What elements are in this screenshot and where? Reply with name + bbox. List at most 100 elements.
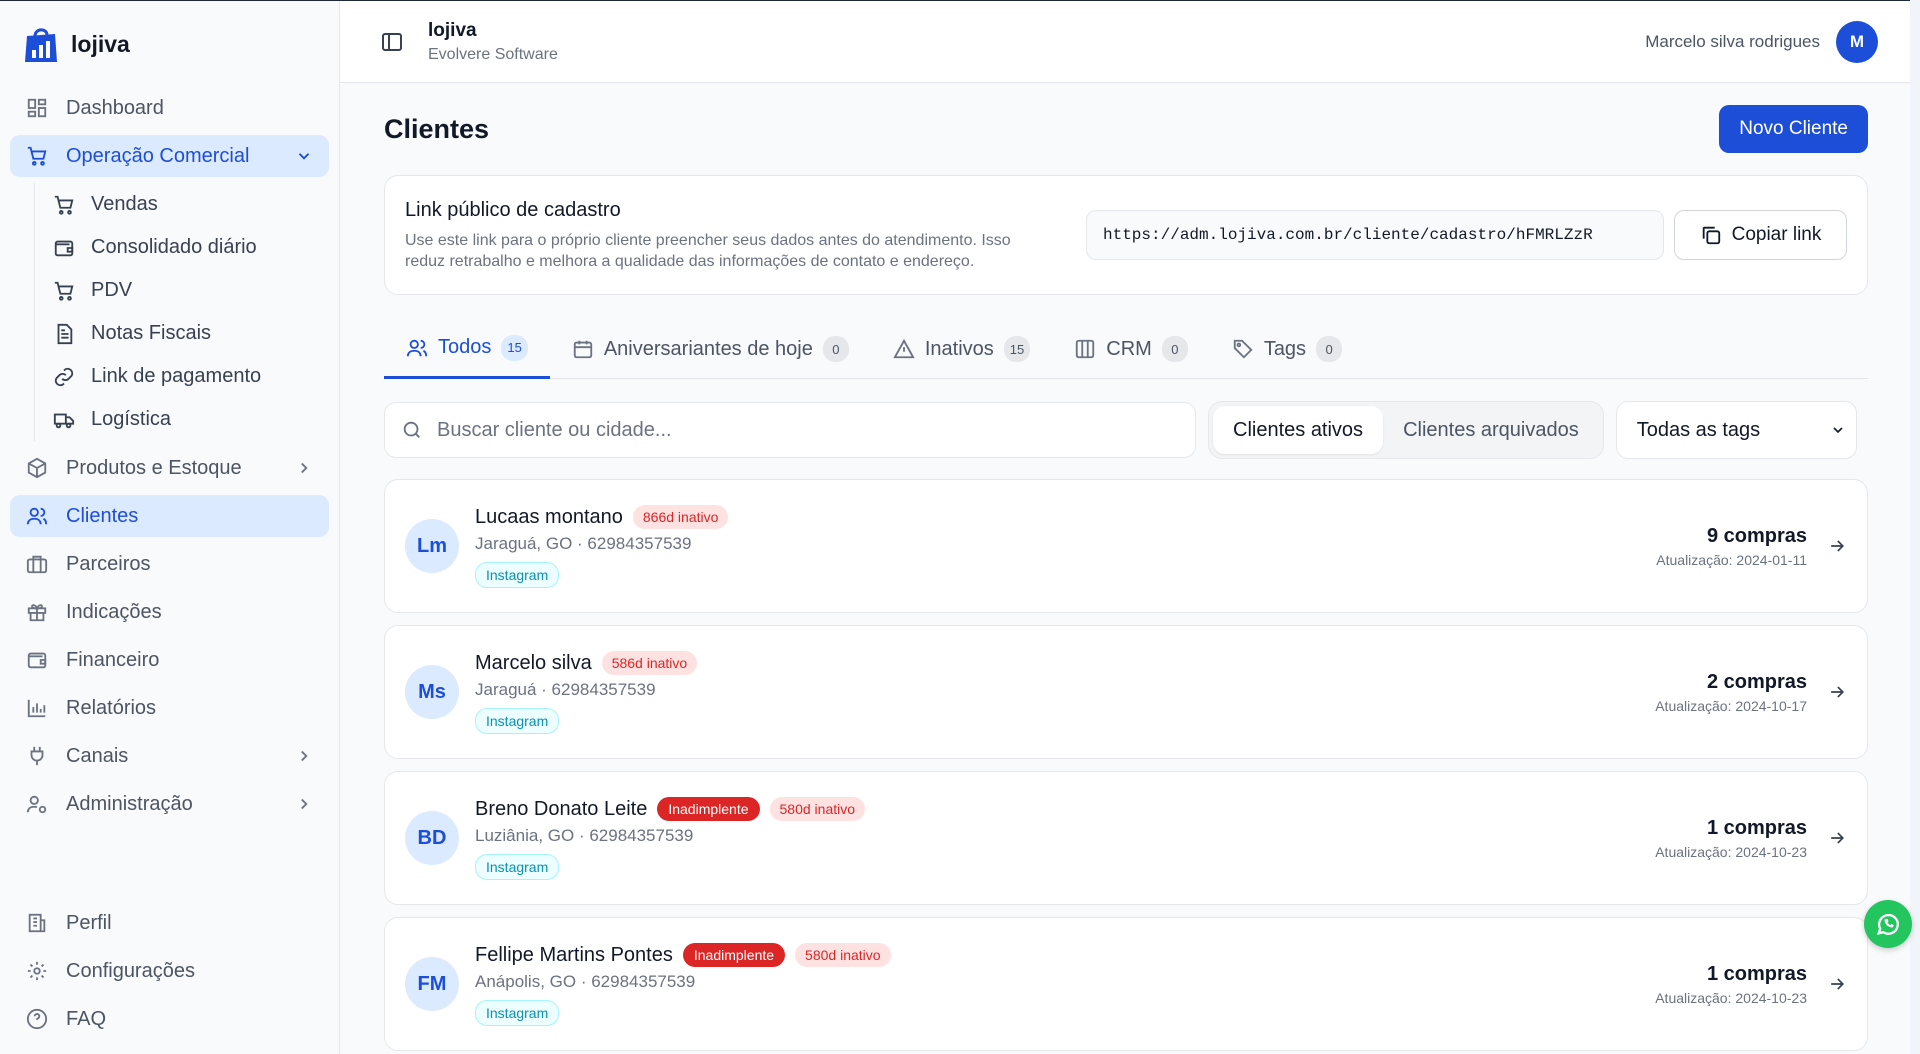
client-info: Marcelo silva 586d inativo Jaraguá · 629…	[475, 650, 698, 734]
tab-label: Inativos	[924, 337, 994, 360]
copy-link-button[interactable]: Copiar link	[1674, 210, 1847, 260]
user-cog-icon	[26, 795, 47, 814]
tab-inativos[interactable]: Inativos 15	[871, 319, 1052, 379]
filters-row: Clientes ativos Clientes arquivados Toda…	[384, 401, 1868, 459]
page-scrollbar[interactable]	[1910, 0, 1920, 1054]
client-tabs: Todos 15 Aniversariantes de hoje 0 Inati…	[384, 319, 1868, 379]
client-updated: Atualização: 2024-01-11	[1656, 551, 1807, 568]
sidebar-item-configuracoes[interactable]: Configurações	[10, 950, 329, 992]
inactive-badge: 580d inativo	[769, 797, 866, 821]
cart-icon	[54, 195, 74, 215]
client-name-row: Lucaas montano 866d inativo	[475, 504, 729, 530]
sidebar-item-perfil[interactable]: Perfil	[10, 902, 329, 944]
arrow-right-icon	[1831, 540, 1845, 552]
sidebar-item-label: Perfil	[66, 911, 112, 934]
inadimplente-badge: Inadimplente	[657, 797, 760, 821]
sidebar-subitem-pdv[interactable]: PDV	[45, 269, 329, 312]
tab-aniversariantes[interactable]: Aniversariantes de hoje 0	[550, 319, 871, 379]
client-purchases: 9 compras	[1706, 524, 1807, 547]
tab-tags[interactable]: Tags 0	[1210, 319, 1364, 379]
sidebar-subitem-link-de-pagamento[interactable]: Link de pagamento	[45, 355, 329, 398]
page-header: Clientes Novo Cliente	[384, 103, 1868, 155]
client-avatar: Ms	[405, 665, 459, 719]
sidebar-item-indicacoes[interactable]: Indicações	[10, 591, 329, 633]
tab-count-badge: 0	[1161, 336, 1188, 362]
sidebar-item-label: Relatórios	[66, 696, 157, 719]
sidebar-item-faq[interactable]: FAQ	[10, 998, 329, 1040]
tab-crm[interactable]: CRM 0	[1052, 319, 1210, 379]
list-item[interactable]: BD Breno Donato Leite Inadimplente 580d …	[384, 771, 1868, 905]
user-menu[interactable]: Marcelo silva rodrigues M	[1645, 20, 1878, 63]
client-tag: Instagram	[475, 1000, 560, 1026]
sidebar-item-label: Parceiros	[66, 552, 151, 575]
link-icon	[54, 367, 74, 386]
sidebar-subitem-notas-fiscais[interactable]: Notas Fiscais	[45, 312, 329, 355]
truck-icon	[53, 413, 75, 428]
sidebar-item-financeiro[interactable]: Financeiro	[10, 639, 329, 681]
client-stats: 9 compras Atualização: 2024-01-11	[1656, 525, 1807, 568]
tab-label: Tags	[1263, 337, 1307, 360]
client-avatar: Lm	[405, 519, 459, 573]
wallet-icon	[27, 652, 47, 669]
sidebar-subitem-vendas[interactable]: Vendas	[45, 183, 329, 226]
sidebar-subitem-label: Link de pagamento	[91, 365, 262, 387]
chevron-down-icon	[298, 153, 310, 160]
box-icon	[27, 457, 47, 479]
chevron-right-icon	[301, 750, 308, 762]
segment-clientes-arquivados[interactable]: Clientes arquivados	[1383, 406, 1599, 454]
list-item[interactable]: Ms Marcelo silva 586d inativo Jaraguá · …	[384, 625, 1868, 759]
sidebar-item-administracao[interactable]: Administração	[10, 783, 329, 825]
segment-clientes-ativos[interactable]: Clientes ativos	[1213, 406, 1384, 454]
status-segmented-control: Clientes ativos Clientes arquivados	[1208, 401, 1604, 459]
tab-count-badge: 0	[822, 336, 849, 362]
tab-todos[interactable]: Todos 15	[384, 319, 550, 379]
sidebar-item-relatorios[interactable]: Relatórios	[10, 687, 329, 729]
new-client-button[interactable]: Novo Cliente	[1719, 105, 1868, 153]
sidebar-toggle-icon[interactable]	[380, 30, 404, 54]
sidebar-item-label: Financeiro	[66, 648, 160, 671]
sidebar-item-dashboard[interactable]: Dashboard	[10, 87, 329, 129]
sidebar-item-label: Indicações	[66, 600, 162, 623]
sidebar-subitem-logistica[interactable]: Logística	[45, 398, 329, 441]
cart-icon	[27, 146, 47, 166]
building-icon	[28, 913, 46, 933]
client-avatar: FM	[405, 957, 459, 1011]
sidebar-item-produtos-e-estoque[interactable]: Produtos e Estoque	[10, 447, 329, 489]
tab-label: Aniversariantes de hoje	[603, 337, 813, 360]
public-link-url-field[interactable]: https://adm.lojiva.com.br/cliente/cadast…	[1086, 210, 1664, 260]
sidebar-item-parceiros[interactable]: Parceiros	[10, 543, 329, 585]
tab-label: Todos	[438, 336, 492, 358]
list-item[interactable]: Lm Lucaas montano 866d inativo Jaraguá, …	[384, 479, 1868, 613]
sidebar-item-label: Canais	[66, 744, 129, 767]
gear-icon	[27, 961, 47, 981]
tab-count-badge: 15	[501, 334, 528, 361]
list-item[interactable]: FM Fellipe Martins Pontes Inadimplente 5…	[384, 917, 1868, 1051]
client-avatar: BD	[405, 811, 459, 865]
search-input[interactable]	[437, 418, 1179, 442]
chevron-down-icon	[1833, 427, 1843, 434]
client-meta: Luziânia, GO · 62984357539	[475, 826, 694, 845]
help-circle-icon	[26, 1008, 48, 1030]
columns-icon	[1076, 339, 1095, 359]
briefcase-icon	[26, 555, 48, 574]
tags-select[interactable]: Todas as tags	[1615, 401, 1857, 459]
sidebar-subitem-consolidado-diario[interactable]: Consolidado diário	[45, 226, 329, 269]
client-meta: Jaraguá · 62984357539	[475, 680, 656, 699]
sidebar-subitem-label: Vendas	[91, 193, 158, 215]
sidebar-subitem-label: PDV	[91, 279, 133, 301]
client-updated: Atualização: 2024-10-23	[1655, 843, 1807, 860]
search-box	[384, 402, 1196, 458]
sidebar-item-canais[interactable]: Canais	[10, 735, 329, 777]
topbar-titles: lojiva Evolvere Software	[428, 20, 558, 64]
client-info: Breno Donato Leite Inadimplente 580d ina…	[475, 796, 866, 880]
whatsapp-button[interactable]	[1864, 900, 1912, 948]
brand[interactable]: lojiva	[10, 1, 329, 87]
sidebar-item-clientes[interactable]: Clientes	[10, 495, 329, 537]
client-updated: Atualização: 2024-10-23	[1655, 989, 1807, 1006]
client-purchases: 1 compras	[1706, 816, 1807, 839]
brand-name: lojiva	[71, 30, 130, 57]
sidebar-item-operacao-comercial[interactable]: Operação Comercial	[10, 135, 329, 177]
public-link-title: Link público de cadastro	[405, 198, 621, 221]
avatar[interactable]: M	[1836, 20, 1878, 63]
tab-label: CRM	[1106, 337, 1152, 360]
